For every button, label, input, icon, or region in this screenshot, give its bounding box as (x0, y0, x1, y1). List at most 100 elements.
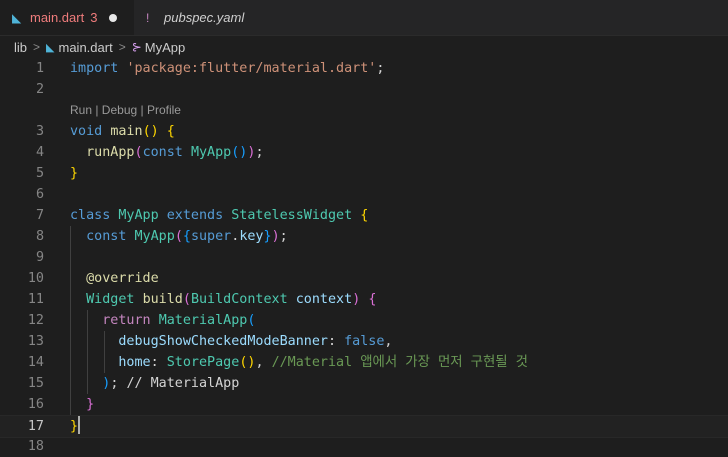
code-token: StatelessWidget (231, 208, 361, 223)
code-text: } (70, 163, 78, 184)
code-token: void (70, 124, 111, 139)
code-line[interactable]: 2 (0, 79, 728, 100)
tab-main-dart[interactable]: ◣ main.dart 3 (0, 0, 134, 35)
line-number: 5 (35, 166, 44, 181)
line-number: 11 (27, 292, 44, 307)
code-line[interactable]: 6 (0, 184, 728, 205)
code-token: BuildContext (190, 292, 296, 307)
code-text: import 'package:flutter/material.dart'; (70, 58, 384, 79)
code-line[interactable]: 5} (0, 163, 728, 184)
code-token: Widget (86, 292, 143, 307)
line-number: 13 (27, 334, 44, 349)
code-line[interactable]: 13 debugShowCheckedModeBanner: false, (0, 331, 728, 352)
code-text: runApp(const MyApp()); (70, 142, 264, 163)
code-line[interactable]: 17} (0, 415, 728, 438)
code-token: ( (247, 313, 256, 328)
text-cursor (78, 416, 80, 434)
line-number: 15 (27, 376, 44, 391)
line-number: 4 (35, 145, 44, 160)
code-token: key (239, 229, 264, 244)
line-number: 1 (35, 61, 44, 76)
code-line[interactable]: 4 runApp(const MyApp()); (0, 142, 728, 163)
code-token: { (360, 208, 369, 223)
code-text: } (70, 416, 78, 437)
code-token: ; (255, 145, 264, 160)
code-line[interactable]: 7 class MyApp extends StatelessWidget { (0, 205, 728, 226)
code-token: 'package:flutter/material.dart' (126, 61, 377, 76)
code-editor[interactable]: Run | Debug | Profile 1 import 'package:fl… (0, 58, 728, 454)
breadcrumb-folder[interactable]: lib (14, 40, 27, 55)
code-token: , (384, 334, 393, 349)
code-token: super (190, 229, 232, 244)
code-token: context (295, 292, 353, 307)
code-token: MyApp (134, 229, 175, 244)
line-number: 10 (27, 271, 44, 286)
code-token: () (231, 145, 248, 160)
code-text: Widget build(BuildContext context) { (70, 289, 376, 310)
breadcrumb: lib > ◣ main.dart > ⊱ MyApp (0, 36, 728, 58)
code-token: : (327, 334, 345, 349)
line-number: 18 (27, 439, 44, 454)
code-token: false (344, 334, 385, 349)
code-token: build (142, 292, 183, 307)
code-line[interactable]: 1 import 'package:flutter/material.dart'; (0, 58, 728, 79)
code-line[interactable]: 8 const MyApp({super.key}); (0, 226, 728, 247)
code-token: } (263, 229, 272, 244)
code-token: // MaterialApp (126, 376, 240, 391)
code-token: , (255, 355, 272, 370)
code-line[interactable]: 9 (0, 247, 728, 268)
chevron-right-icon: > (118, 40, 126, 54)
tab-label: main.dart (30, 10, 85, 25)
line-number: 17 (27, 419, 44, 434)
code-text: ); // MaterialApp (70, 373, 239, 394)
dart-file-icon: ◣ (12, 10, 22, 25)
code-token: ( (174, 229, 183, 244)
tab-pubspec-yaml[interactable]: ! pubspec.yaml (134, 0, 272, 35)
code-line[interactable]: 15 ); // MaterialApp (0, 373, 728, 394)
line-number: 3 (35, 124, 44, 139)
line-number: 2 (35, 82, 44, 97)
code-token: StorePage (166, 355, 240, 370)
code-line[interactable]: 18 (0, 436, 728, 457)
code-token: home (118, 355, 151, 370)
code-line[interactable]: 3 void main() { (0, 121, 728, 142)
breadcrumb-file[interactable]: main.dart (59, 40, 113, 55)
yaml-file-icon: ! (146, 10, 150, 25)
breadcrumb-symbol[interactable]: MyApp (145, 40, 185, 55)
dart-file-icon: ◣ (46, 41, 55, 54)
line-number: 12 (27, 313, 44, 328)
code-token: ( (182, 292, 191, 307)
unsaved-dot-icon[interactable] (109, 13, 118, 22)
code-token: () (239, 355, 256, 370)
code-token: MyApp (190, 145, 232, 160)
code-token: ; (279, 229, 288, 244)
code-token: ; (376, 61, 385, 76)
tab-label: pubspec.yaml (164, 10, 245, 25)
codelens-run-debug-profile[interactable]: Run | Debug | Profile (70, 102, 181, 118)
code-token: const (86, 229, 135, 244)
line-number: 14 (27, 355, 44, 370)
line-number: 16 (27, 397, 44, 412)
code-token: debugShowCheckedModeBanner (118, 334, 328, 349)
code-line[interactable]: 14 home: StorePage(), //Material 앱에서 가장 … (0, 352, 728, 373)
code-line[interactable]: 12 return MaterialApp( (0, 310, 728, 331)
code-line[interactable]: 10 @override (0, 268, 728, 289)
code-token: runApp (86, 145, 135, 160)
code-token: ) (271, 229, 280, 244)
code-token: class (70, 208, 119, 223)
code-text: void main() { (70, 121, 175, 142)
code-token: MaterialApp (158, 313, 248, 328)
code-token: ( (134, 145, 143, 160)
code-token: ; (110, 376, 127, 391)
code-token: () (142, 124, 167, 139)
code-text: } (70, 394, 94, 415)
code-line[interactable]: 16 } (0, 394, 728, 415)
code-line[interactable]: 11 Widget build(BuildContext context) { (0, 289, 728, 310)
code-token: //Material 앱에서 가장 먼저 구현될 것 (271, 355, 529, 370)
